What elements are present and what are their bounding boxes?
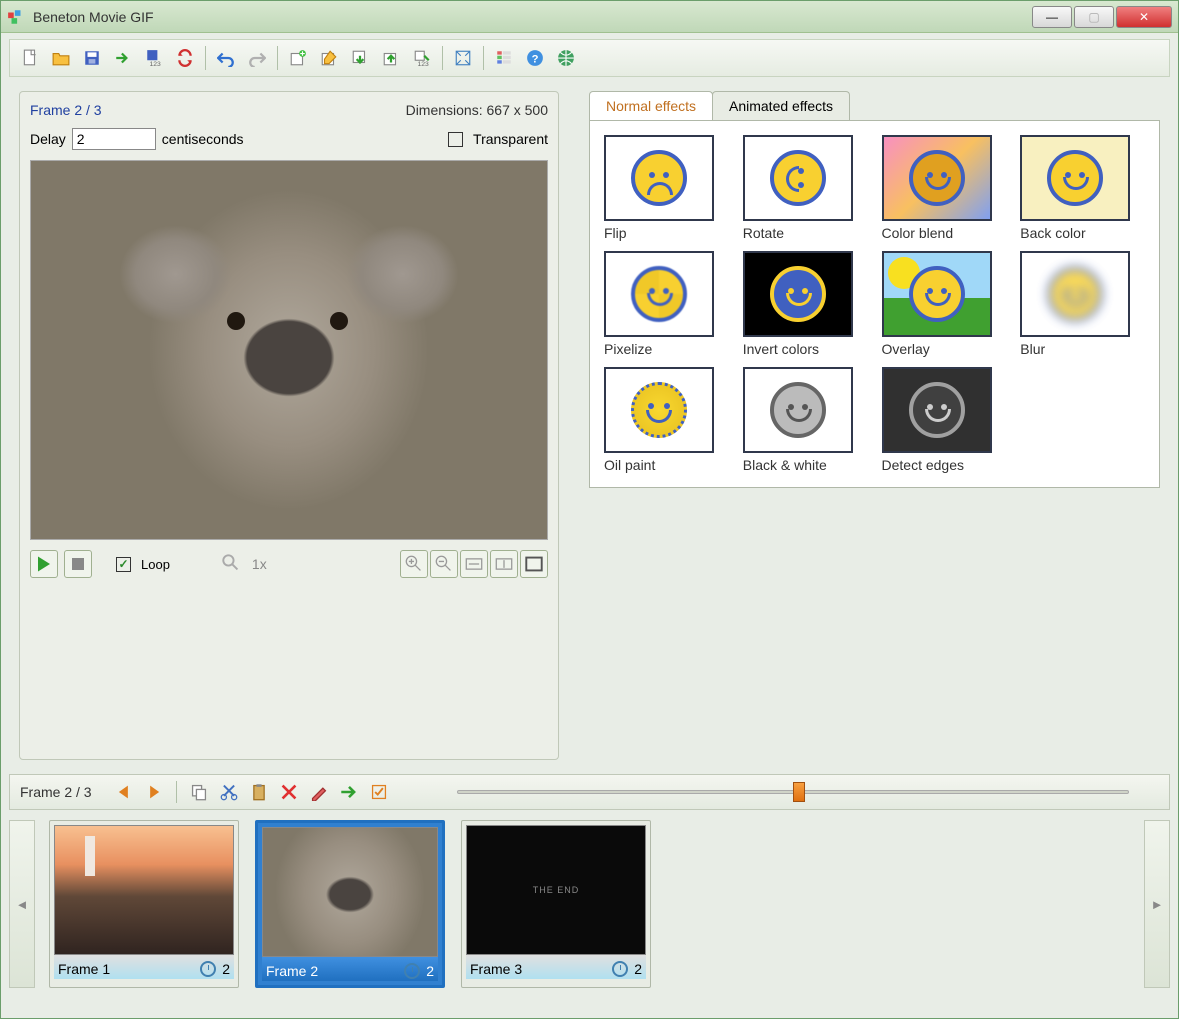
- scroll-right-button[interactable]: ►: [1144, 820, 1170, 988]
- effect-back-color[interactable]: Back color: [1020, 135, 1145, 241]
- fullscreen-button[interactable]: [520, 550, 548, 578]
- zoom-level: 1x: [252, 556, 267, 572]
- cut-button[interactable]: [217, 780, 241, 804]
- svg-text:123: 123: [418, 61, 430, 67]
- maximize-button[interactable]: ▢: [1074, 6, 1114, 28]
- renumber-button[interactable]: 123: [408, 44, 436, 72]
- scroll-left-button[interactable]: ◄: [9, 820, 35, 988]
- minimize-button[interactable]: —: [1032, 6, 1072, 28]
- fit-width-button[interactable]: [460, 550, 488, 578]
- app-window: Beneton Movie GIF — ▢ ✕ 123 123 ?: [0, 0, 1179, 1019]
- close-button[interactable]: ✕: [1116, 6, 1172, 28]
- paste-button[interactable]: [247, 780, 271, 804]
- select-all-button[interactable]: [367, 780, 391, 804]
- next-frame-button[interactable]: [142, 780, 166, 804]
- export-frame-button[interactable]: [346, 44, 374, 72]
- frame-item-3[interactable]: THE END Frame 32: [461, 820, 651, 988]
- loop-button[interactable]: [171, 44, 199, 72]
- copy-button[interactable]: [187, 780, 211, 804]
- effect-color-blend[interactable]: Color blend: [882, 135, 1007, 241]
- move-button[interactable]: [337, 780, 361, 804]
- edit-pencil-button[interactable]: [307, 780, 331, 804]
- timeline-frame-label: Frame 2 / 3: [20, 784, 92, 800]
- frame-item-1[interactable]: Frame 12: [49, 820, 239, 988]
- effects-tabs: Normal effects Animated effects: [589, 91, 1160, 120]
- delay-input[interactable]: [72, 128, 156, 150]
- play-button[interactable]: [30, 550, 58, 578]
- save-button[interactable]: [78, 44, 106, 72]
- tab-animated-effects[interactable]: Animated effects: [712, 91, 850, 120]
- svg-text:123: 123: [150, 61, 162, 67]
- effect-detect-edges[interactable]: Detect edges: [882, 367, 1007, 473]
- effect-invert-colors[interactable]: Invert colors: [743, 251, 868, 357]
- clock-icon: [404, 963, 420, 979]
- new-button[interactable]: [16, 44, 44, 72]
- insert-button[interactable]: [109, 44, 137, 72]
- titlebar: Beneton Movie GIF — ▢ ✕: [1, 1, 1178, 33]
- clock-icon: [612, 961, 628, 977]
- clock-icon: [200, 961, 216, 977]
- slider-thumb[interactable]: [793, 782, 805, 802]
- dimensions-label: Dimensions: 667 x 500: [406, 102, 548, 118]
- effect-overlay[interactable]: Overlay: [882, 251, 1007, 357]
- effects-grid: Flip Rotate Color blend Back color Pixel…: [589, 120, 1160, 488]
- stop-button[interactable]: [64, 550, 92, 578]
- add-frame-button[interactable]: [284, 44, 312, 72]
- redo-button[interactable]: [243, 44, 271, 72]
- effect-pixelize[interactable]: Pixelize: [604, 251, 729, 357]
- frames-strip: ◄ Frame 12 Frame 22 THE END Frame 32 ►: [1, 810, 1178, 1018]
- magnifier-icon: [222, 554, 240, 575]
- window-title: Beneton Movie GIF: [33, 9, 1032, 25]
- delay-unit: centiseconds: [162, 131, 244, 147]
- effect-flip[interactable]: Flip: [604, 135, 729, 241]
- loop-label: Loop: [141, 557, 170, 572]
- open-button[interactable]: [47, 44, 75, 72]
- frame-thumbnail: [262, 827, 438, 957]
- preview-panel: Frame 2 / 3 Dimensions: 667 x 500 Delay …: [19, 91, 559, 760]
- app-icon: [7, 8, 25, 26]
- timeline-toolbar: Frame 2 / 3: [9, 774, 1170, 810]
- preview-image: [30, 160, 548, 540]
- transparent-checkbox[interactable]: [448, 132, 463, 147]
- frame-counter: Frame 2 / 3: [30, 102, 102, 118]
- web-button[interactable]: [552, 44, 580, 72]
- import-frame-button[interactable]: [377, 44, 405, 72]
- frame-thumbnail: THE END: [466, 825, 646, 955]
- effects-panel: Normal effects Animated effects Flip Rot…: [589, 91, 1160, 760]
- fit-button[interactable]: [449, 44, 477, 72]
- delay-label: Delay: [30, 131, 66, 147]
- transparent-label: Transparent: [473, 131, 548, 147]
- prev-frame-button[interactable]: [112, 780, 136, 804]
- loop-checkbox[interactable]: [116, 557, 131, 572]
- effect-blur[interactable]: Blur: [1020, 251, 1145, 357]
- frame-item-2[interactable]: Frame 22: [255, 820, 445, 988]
- zoom-slider[interactable]: [457, 790, 1129, 794]
- properties-button[interactable]: [490, 44, 518, 72]
- effect-rotate[interactable]: Rotate: [743, 135, 868, 241]
- zoom-in-button[interactable]: [400, 550, 428, 578]
- help-button[interactable]: ?: [521, 44, 549, 72]
- edit-frame-button[interactable]: [315, 44, 343, 72]
- frame-thumbnail: [54, 825, 234, 955]
- undo-button[interactable]: [212, 44, 240, 72]
- save-frames-button[interactable]: 123: [140, 44, 168, 72]
- tab-normal-effects[interactable]: Normal effects: [589, 91, 713, 120]
- fit-height-button[interactable]: [490, 550, 518, 578]
- main-toolbar: 123 123 ?: [9, 39, 1170, 77]
- effect-oil-paint[interactable]: Oil paint: [604, 367, 729, 473]
- svg-text:?: ?: [532, 54, 539, 66]
- delete-button[interactable]: [277, 780, 301, 804]
- effect-black-white[interactable]: Black & white: [743, 367, 868, 473]
- zoom-out-button[interactable]: [430, 550, 458, 578]
